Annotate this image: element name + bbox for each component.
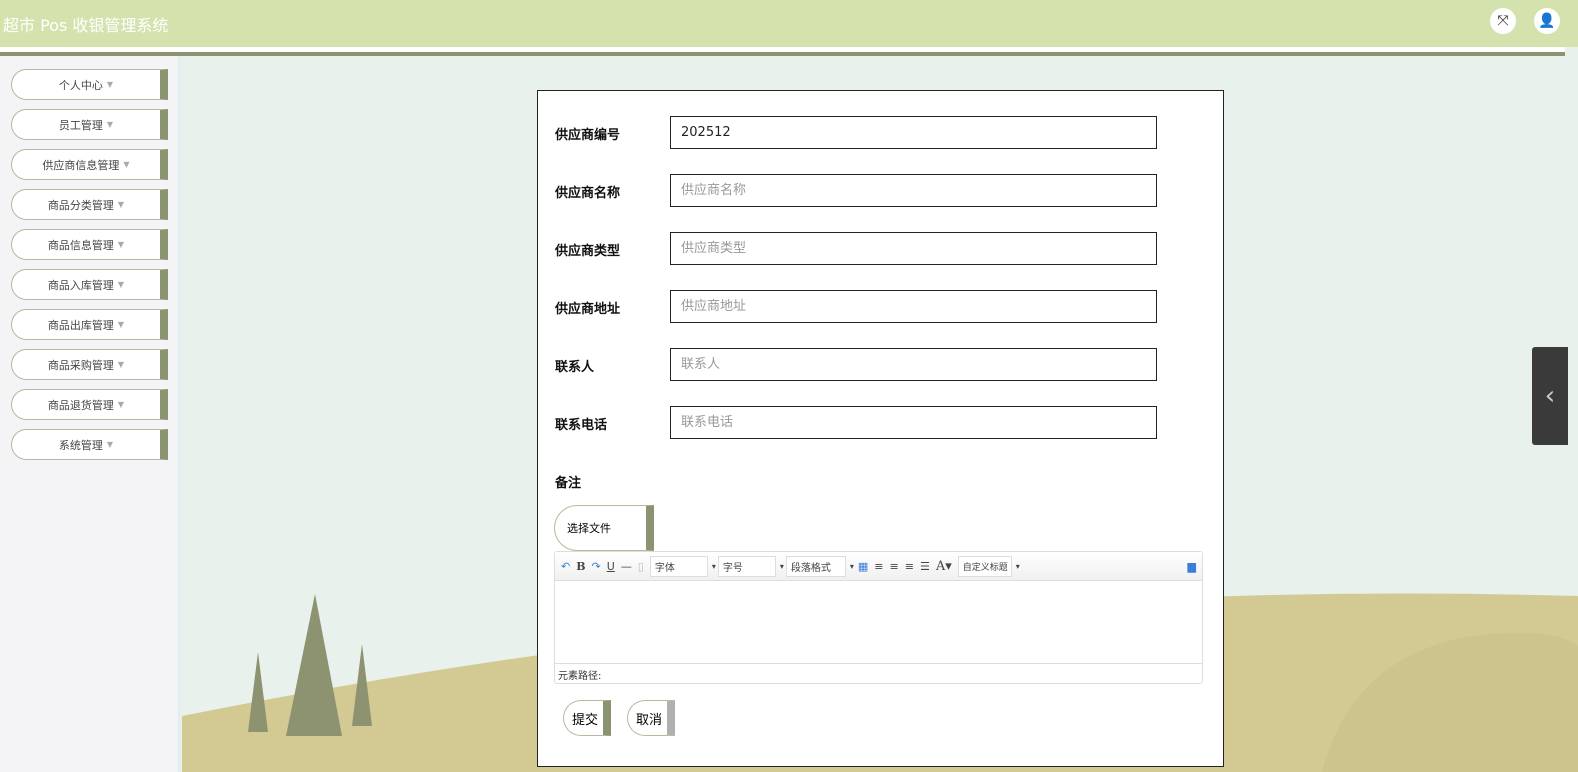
field-label: 供应商编号 (555, 128, 621, 143)
caret-down-icon: ▼ (117, 240, 125, 249)
sidebar-item-label: 商品采购管理 (47, 358, 114, 372)
choose-file-button[interactable]: 选择文件 (554, 505, 654, 551)
cancel-button[interactable]: 取消 (627, 700, 675, 736)
sidebar-item-label: 系统管理 (58, 438, 103, 452)
sidebar-item-label: 商品入库管理 (47, 278, 114, 292)
remark-label: 备注 (555, 476, 582, 491)
sidebar-item-label: 商品分类管理 (47, 198, 114, 212)
chevron-left-icon: ‹ (1544, 381, 1556, 411)
field-label: 供应商类型 (555, 244, 621, 259)
caret-down-icon: ▼ (117, 320, 125, 329)
font-color-icon[interactable]: A▾ (936, 559, 952, 574)
contact-phone-input[interactable] (670, 406, 1157, 439)
redo-icon[interactable]: ↷ (592, 560, 601, 573)
fullscreen-icon[interactable]: ⤧ (1490, 8, 1516, 34)
sidebar-item-stock-in[interactable]: 商品入库管理 ▼ (11, 269, 168, 300)
sidebar-item-purchase[interactable]: 商品采购管理 ▼ (11, 349, 168, 380)
custom-title-select[interactable]: 自定义标题 (957, 555, 1020, 577)
sidebar-item-system[interactable]: 系统管理 ▼ (11, 429, 168, 460)
top-header: 超市 Pos 收银管理系统 ⤧ 👤 (0, 0, 1578, 47)
sidebar-item-label: 商品信息管理 (47, 238, 114, 252)
caret-down-icon: ▼ (117, 200, 125, 209)
align-right-icon[interactable]: ≡ (890, 560, 899, 573)
supplier-name-input[interactable] (670, 174, 1157, 207)
editor-toolbar: ↶ B ↷ U — ▯ 字体 字号 段落格式 ▦ ≡ ≡ ≡ ☰ A▾ 自定义标… (555, 552, 1202, 581)
sidebar-item-personal[interactable]: 个人中心 ▼ (11, 69, 168, 100)
sidebar-item-stock-out[interactable]: 商品出库管理 ▼ (11, 309, 168, 340)
field-label: 供应商名称 (555, 186, 621, 201)
sidebar-item-product[interactable]: 商品信息管理 ▼ (11, 229, 168, 260)
horizontal-rule-icon[interactable]: — (621, 560, 632, 573)
tree (248, 652, 268, 732)
align-left-icon[interactable]: ≡ (874, 560, 883, 573)
underline-icon[interactable]: U (607, 560, 615, 573)
sidebar-item-supplier[interactable]: 供应商信息管理 ▼ (11, 149, 168, 180)
caret-down-icon: ▼ (106, 440, 114, 449)
caret-down-icon: ▼ (117, 400, 125, 409)
sidebar-item-label: 供应商信息管理 (42, 158, 120, 172)
sidebar-item-staff[interactable]: 员工管理 ▼ (11, 109, 168, 140)
align-center-icon[interactable]: ≡ (905, 560, 914, 573)
font-size-select[interactable]: 字号 (717, 555, 784, 577)
sidebar-item-label: 员工管理 (58, 118, 103, 132)
table-icon[interactable]: ▦ (858, 560, 868, 573)
supplier-id-input[interactable] (670, 116, 1157, 149)
caret-down-icon: ▼ (123, 160, 130, 169)
caret-down-icon: ▼ (106, 120, 114, 129)
font-family-select[interactable]: 字体 (649, 555, 716, 577)
field-label: 联系人 (555, 360, 595, 375)
supplier-form-panel: 供应商编号 供应商名称 供应商类型 供应商地址 联系人 联系电话 备注 选择文件… (537, 90, 1224, 767)
contact-person-input[interactable] (670, 348, 1157, 381)
collapse-panel-tab[interactable]: ‹ (1532, 347, 1568, 445)
undo-icon[interactable]: ↶ (561, 560, 570, 573)
element-path: 元素路径: (555, 663, 1202, 685)
sidebar-item-label: 个人中心 (58, 78, 103, 92)
sidebar-item-label: 商品退货管理 (47, 398, 114, 412)
bold-icon[interactable]: B (576, 560, 585, 573)
user-icon[interactable]: 👤 (1534, 8, 1560, 34)
sidebar-item-category[interactable]: 商品分类管理 ▼ (11, 189, 168, 220)
rich-text-editor: ↶ B ↷ U — ▯ 字体 字号 段落格式 ▦ ≡ ≡ ≡ ☰ A▾ 自定义标… (554, 551, 1203, 684)
editor-body[interactable] (555, 581, 1202, 663)
field-label: 供应商地址 (555, 302, 621, 317)
supplier-address-input[interactable] (670, 290, 1157, 323)
sidebar: 个人中心 ▼ 员工管理 ▼ 供应商信息管理 ▼ 商品分类管理 ▼ 商品信息管理 ▼ 商品入… (0, 56, 180, 772)
caret-down-icon: ▼ (106, 80, 114, 89)
page-icon[interactable]: ▯ (638, 560, 644, 573)
app-title: 超市 Pos 收银管理系统 (3, 16, 169, 35)
field-label: 联系电话 (555, 418, 608, 433)
preview-icon[interactable]: ▆ (1188, 560, 1196, 573)
supplier-type-input[interactable] (670, 232, 1157, 265)
align-justify-icon[interactable]: ☰ (920, 560, 930, 573)
caret-down-icon: ▼ (117, 360, 125, 369)
submit-button[interactable]: 提交 (563, 700, 611, 736)
sidebar-item-label: 商品出库管理 (47, 318, 114, 332)
caret-down-icon: ▼ (117, 280, 125, 289)
sidebar-item-return[interactable]: 商品退货管理 ▼ (11, 389, 168, 420)
paragraph-format-select[interactable]: 段落格式 (785, 555, 854, 577)
tree (286, 594, 342, 736)
